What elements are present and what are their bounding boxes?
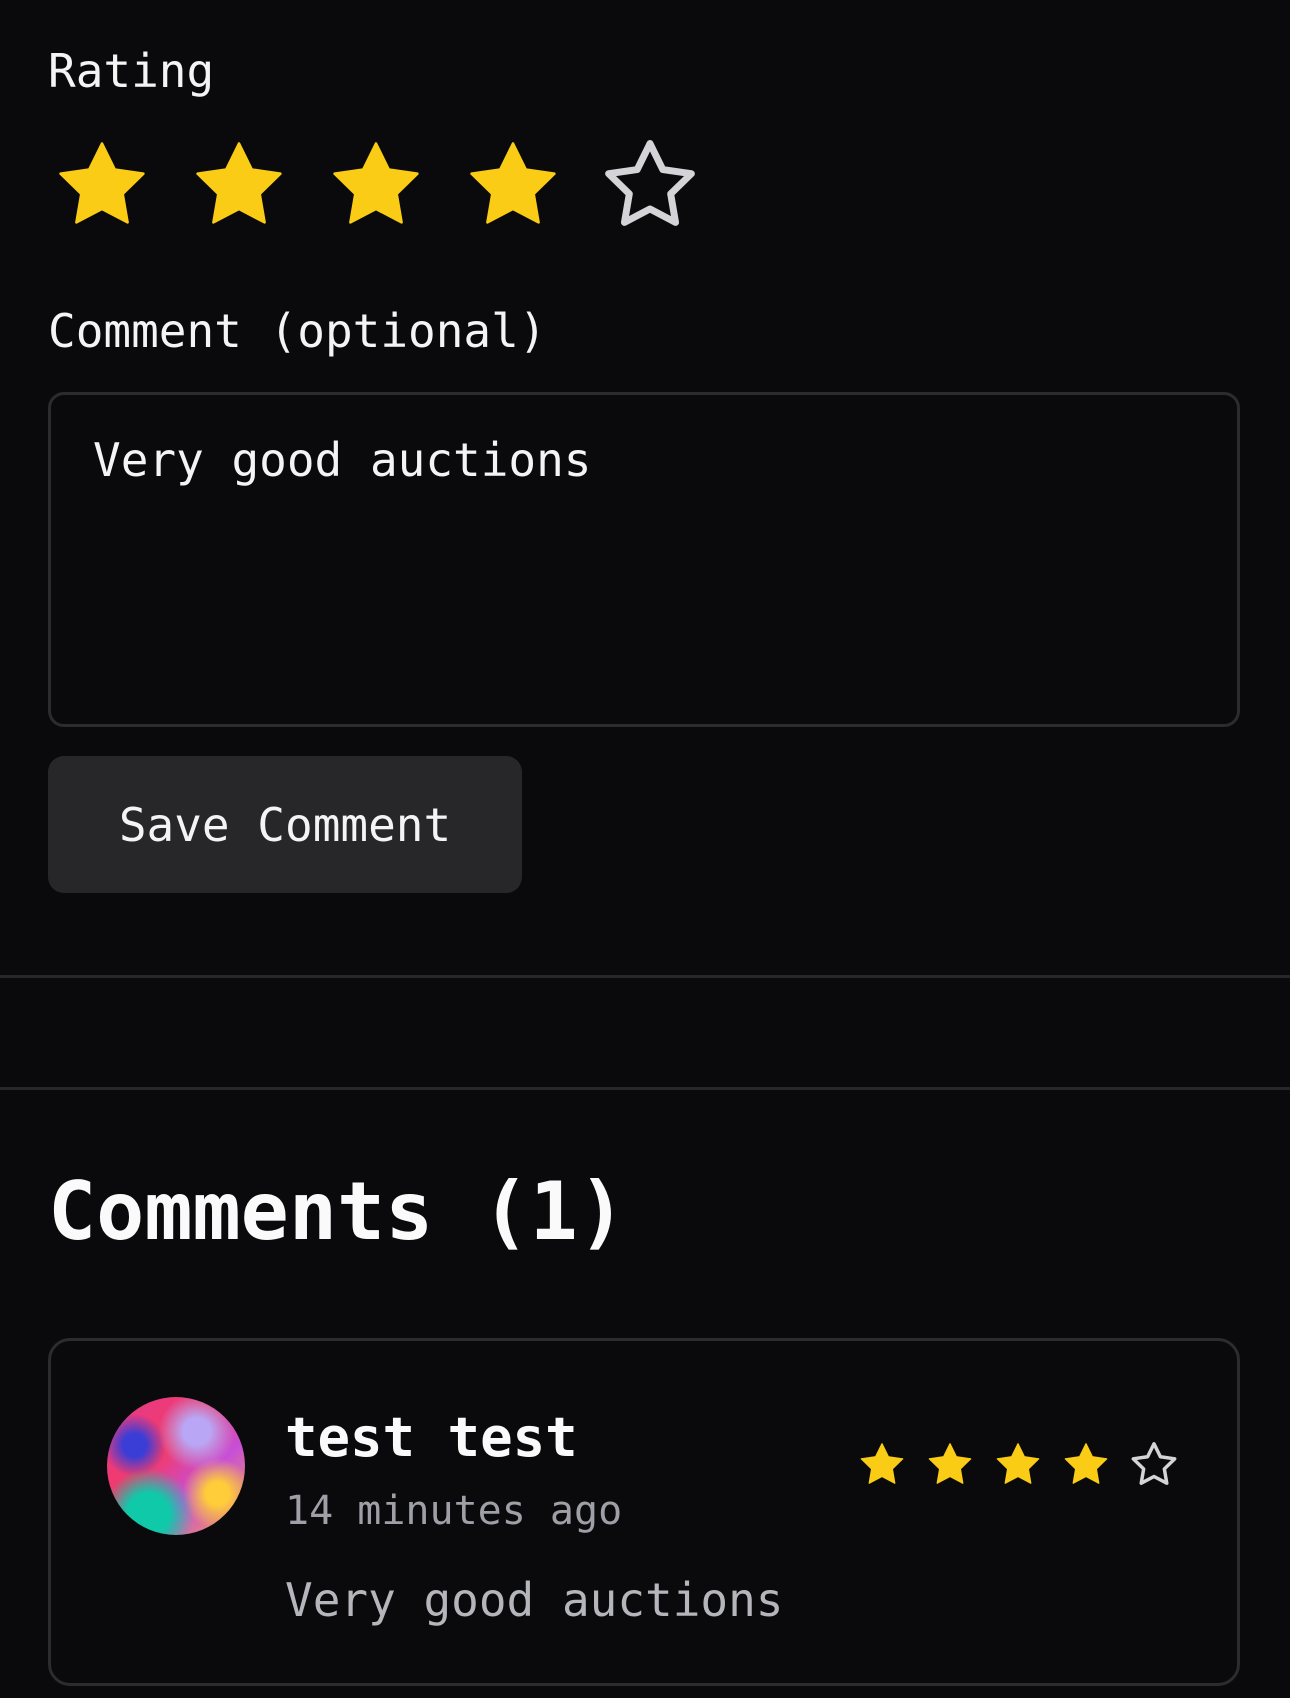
star-filled-icon (996, 1443, 1040, 1484)
rating-label: Rating (48, 44, 215, 98)
save-comment-button[interactable]: Save Comment (48, 756, 522, 893)
comment-author[interactable]: test test (285, 1411, 578, 1465)
star-outline-icon[interactable] (596, 134, 704, 238)
star-filled-icon[interactable] (322, 134, 430, 238)
star-filled-icon[interactable] (48, 134, 156, 238)
comment-label: Comment (optional) (48, 304, 547, 358)
rating-stars[interactable] (48, 134, 733, 238)
divider (0, 975, 1290, 978)
comments-title: Comments (1) (48, 1165, 626, 1258)
star-filled-icon (860, 1443, 904, 1484)
star-filled-icon (1064, 1443, 1108, 1484)
star-filled-icon[interactable] (459, 134, 567, 238)
comment-text: Very good auctions (285, 1573, 784, 1627)
star-filled-icon (928, 1443, 972, 1484)
divider (0, 1087, 1290, 1090)
comment-card: test test 14 minutes ago Very good aucti… (48, 1338, 1240, 1686)
comment-textarea[interactable]: Very good auctions (48, 392, 1240, 727)
comment-rating-stars (841, 1439, 1181, 1491)
avatar[interactable] (107, 1397, 245, 1535)
star-filled-icon[interactable] (185, 134, 293, 238)
star-outline-icon (1131, 1442, 1177, 1485)
comment-timestamp: 14 minutes ago (285, 1488, 623, 1534)
